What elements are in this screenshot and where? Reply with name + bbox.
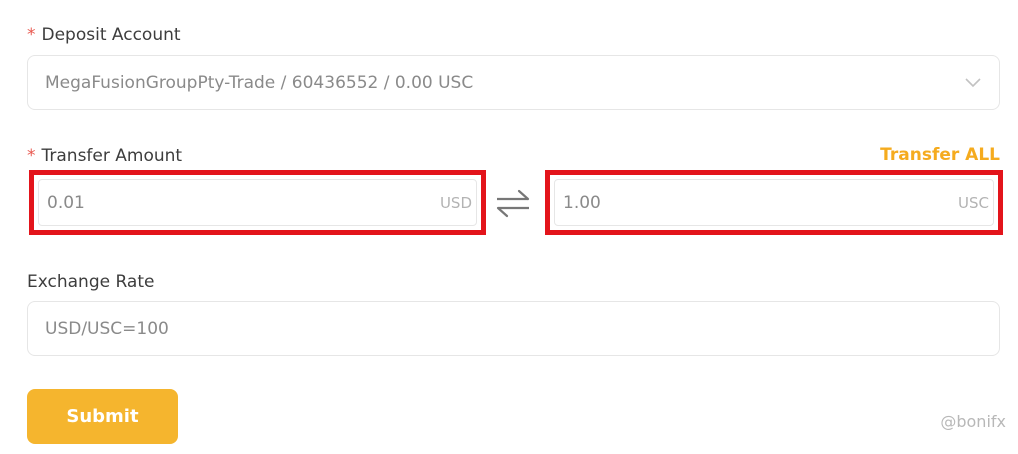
transfer-amount-label: * Transfer Amount (27, 146, 182, 166)
required-marker: * (27, 25, 36, 45)
from-amount-input[interactable]: 0.01 USD (38, 179, 477, 226)
to-amount-value: 1.00 (563, 192, 601, 213)
deposit-account-select[interactable]: MegaFusionGroupPty-Trade / 60436552 / 0.… (27, 55, 1000, 110)
deposit-account-label-text: Deposit Account (41, 25, 181, 45)
to-amount-highlight: 1.00 USC (545, 170, 1003, 235)
chevron-down-icon[interactable] (965, 77, 981, 88)
from-amount-value: 0.01 (47, 192, 85, 213)
required-marker: * (27, 146, 36, 166)
exchange-rate-label: Exchange Rate (27, 272, 155, 292)
exchange-rate-field: USD/USC=100 (27, 301, 1000, 356)
exchange-rate-value: USD/USC=100 (45, 318, 169, 339)
to-currency-label: USC (958, 193, 989, 212)
submit-button[interactable]: Submit (27, 389, 178, 444)
from-currency-label: USD (439, 193, 472, 212)
to-amount-input[interactable]: 1.00 USC (554, 179, 994, 226)
transfer-all-link[interactable]: Transfer ALL (880, 145, 1000, 165)
deposit-account-value: MegaFusionGroupPty-Trade / 60436552 / 0.… (45, 72, 474, 93)
deposit-account-label: * Deposit Account (27, 25, 181, 45)
from-amount-highlight: 0.01 USD (29, 170, 486, 235)
transfer-form: * Deposit Account MegaFusionGroupPty-Trad… (0, 0, 1018, 454)
transfer-amount-label-text: Transfer Amount (41, 146, 183, 166)
swap-arrows-icon[interactable] (495, 188, 531, 218)
watermark: @bonifx (940, 412, 1006, 431)
